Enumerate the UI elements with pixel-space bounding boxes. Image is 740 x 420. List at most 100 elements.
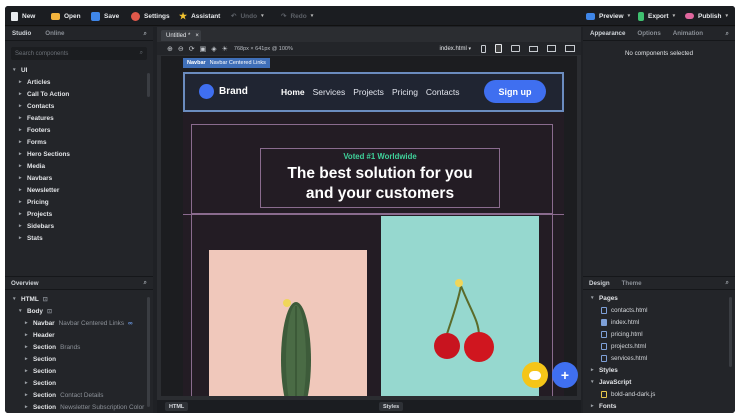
tab-options[interactable]: Options bbox=[637, 30, 660, 37]
selection-label-name: Navbar Centered Links bbox=[209, 60, 266, 66]
component-category[interactable]: ▸ Hero Sections bbox=[19, 148, 153, 160]
add-button[interactable]: + bbox=[552, 362, 578, 388]
preview-navbar[interactable]: Brand Home Services Projects Pricing Contact… bbox=[183, 72, 564, 112]
js-file[interactable]: bold-and-dark.js bbox=[601, 388, 727, 400]
component-list-scrollbar[interactable] bbox=[147, 73, 150, 97]
zoom-in-icon[interactable]: ⊕ bbox=[167, 45, 173, 53]
tab-design[interactable]: Design bbox=[589, 280, 610, 287]
component-category[interactable]: ▸ Articles bbox=[19, 76, 153, 88]
phone-icon[interactable] bbox=[481, 44, 486, 53]
component-category[interactable]: ▸ Contacts bbox=[19, 100, 153, 112]
desktop-icon[interactable] bbox=[547, 45, 556, 52]
component-category[interactable]: ▸ Features bbox=[19, 112, 153, 124]
new-button[interactable]: New bbox=[11, 10, 35, 22]
hero-header-outline[interactable]: Voted #1 Worldwide The best solution for… bbox=[260, 148, 500, 208]
document-tab[interactable]: Untitled * × bbox=[161, 30, 201, 41]
open-button[interactable]: Open bbox=[51, 10, 81, 22]
preview-nav-link[interactable]: Pricing bbox=[392, 87, 418, 97]
search-icon[interactable]: ⌕ bbox=[726, 30, 729, 38]
canvas-size-readout[interactable]: 768px × 641px @ 100% bbox=[234, 46, 293, 52]
close-icon[interactable]: × bbox=[195, 33, 199, 39]
assistant-button[interactable]: ★ Assistant bbox=[179, 10, 220, 22]
overview-header-node[interactable]: ▸ Header bbox=[13, 329, 149, 341]
tab-studio[interactable]: Studio bbox=[12, 30, 31, 37]
tab-animation[interactable]: Animation bbox=[673, 30, 703, 37]
overview-section[interactable]: ▸ Section bbox=[13, 365, 149, 377]
selection-label[interactable]: Navbar Navbar Centered Links bbox=[183, 58, 270, 68]
component-category[interactable]: ▸ Footers bbox=[19, 124, 153, 136]
signup-button[interactable]: Sign up bbox=[484, 80, 546, 103]
hero-section-outline[interactable]: Voted #1 Worldwide The best solution for… bbox=[191, 124, 553, 214]
brand-logo[interactable]: Brand bbox=[199, 84, 248, 99]
page-file[interactable]: pricing.html bbox=[601, 328, 727, 340]
component-category[interactable]: ▸ Newsletter bbox=[19, 184, 153, 196]
preview-nav-link[interactable]: Contacts bbox=[426, 87, 460, 97]
component-category-label: Contacts bbox=[27, 102, 55, 110]
overview-section[interactable]: ▸ Section bbox=[13, 377, 149, 389]
image-icon[interactable]: ▣ bbox=[200, 45, 207, 53]
chevron-right-icon: ▸ bbox=[19, 139, 22, 145]
javascript-folder[interactable]: ▾ JavaScript bbox=[591, 376, 727, 388]
tablet-landscape-icon[interactable] bbox=[511, 45, 520, 52]
zoom-out-icon[interactable]: ⊖ bbox=[178, 45, 184, 53]
component-category[interactable]: ▸ Pricing bbox=[19, 196, 153, 208]
tab-online[interactable]: Online bbox=[45, 30, 64, 37]
overview-body[interactable]: ▾ Body ⊡ bbox=[13, 305, 149, 317]
page-file[interactable]: services.html bbox=[601, 352, 727, 364]
tablet-icon[interactable] bbox=[495, 44, 502, 53]
overview-section[interactable]: ▸ Section Newsletter Subscription Color bbox=[13, 401, 149, 413]
fonts-folder[interactable]: ▸ Fonts bbox=[591, 400, 727, 412]
page-file[interactable]: contacts.html bbox=[601, 304, 727, 316]
overview-section[interactable]: ▸ Section Brands bbox=[13, 341, 149, 353]
component-search-input[interactable]: Search components ⌕ bbox=[11, 47, 147, 60]
preview-nav-link[interactable]: Services bbox=[313, 87, 346, 97]
pages-folder[interactable]: ▾ Pages bbox=[591, 292, 727, 304]
overview-html[interactable]: ▾ HTML ⊡ bbox=[13, 293, 149, 305]
page-file[interactable]: index.html bbox=[601, 316, 727, 328]
page-file[interactable]: projects.html bbox=[601, 340, 727, 352]
component-category[interactable]: ▸ Media bbox=[19, 160, 153, 172]
laptop-icon[interactable] bbox=[529, 45, 538, 52]
html-panel-tab[interactable]: HTML bbox=[165, 402, 189, 411]
tree-root-ui[interactable]: ▾ UI bbox=[13, 64, 153, 76]
sun-icon[interactable]: ☀ bbox=[222, 45, 228, 53]
styles-panel-tab[interactable]: Styles bbox=[379, 402, 404, 411]
component-category[interactable]: ▸ Projects bbox=[19, 208, 153, 220]
overview-section[interactable]: ▸ Section bbox=[13, 353, 149, 365]
rotate-icon[interactable]: ⟳ bbox=[189, 45, 195, 53]
overview-section-sublabel: Contact Details bbox=[60, 391, 104, 399]
component-category[interactable]: ▸ Sidebars bbox=[19, 220, 153, 232]
overview-navbar[interactable]: ▸ Navbar Navbar Centered Links ∞ bbox=[13, 317, 149, 329]
wide-desktop-icon[interactable] bbox=[565, 45, 575, 52]
preview-nav-link[interactable]: Projects bbox=[353, 87, 384, 97]
overview-section-label: Section bbox=[33, 355, 57, 363]
export-button[interactable]: Export ▾ bbox=[638, 10, 675, 22]
project-tree-scrollbar[interactable] bbox=[729, 297, 732, 367]
page-select[interactable]: index.html ▾ bbox=[439, 46, 471, 52]
chevron-down-icon: ▾ bbox=[261, 13, 264, 19]
search-icon[interactable]: ⌕ bbox=[144, 30, 147, 38]
search-icon[interactable]: ⌕ bbox=[144, 279, 147, 287]
chat-button[interactable] bbox=[522, 362, 548, 388]
preview-nav-link[interactable]: Home bbox=[281, 87, 305, 97]
settings-button[interactable]: Settings bbox=[131, 10, 170, 22]
tab-appearance[interactable]: Appearance bbox=[590, 30, 625, 37]
layers-icon[interactable]: ◈ bbox=[211, 45, 216, 53]
component-category[interactable]: ▸ Stats bbox=[19, 232, 153, 244]
styles-folder[interactable]: ▸ Styles bbox=[591, 364, 727, 376]
overview-scrollbar[interactable] bbox=[147, 297, 150, 407]
redo-button[interactable]: ↷ Redo ▾ bbox=[281, 10, 313, 22]
save-button[interactable]: Save bbox=[91, 10, 119, 22]
preview-button[interactable]: Preview ▾ bbox=[586, 10, 630, 22]
tab-theme[interactable]: Theme bbox=[622, 280, 642, 287]
search-icon[interactable]: ⌕ bbox=[726, 279, 729, 287]
undo-button[interactable]: ↶ Undo ▾ bbox=[231, 10, 264, 22]
overview-section[interactable]: ▸ Section Contact Details bbox=[13, 389, 149, 401]
component-category[interactable]: ▸ Navbars bbox=[19, 172, 153, 184]
hero-headline-line1: The best solution for you bbox=[287, 165, 473, 182]
selection-label-type: Navbar bbox=[187, 60, 206, 66]
component-category[interactable]: ▸ Call To Action bbox=[19, 88, 153, 100]
component-category[interactable]: ▸ Forms bbox=[19, 136, 153, 148]
html-panel-tab-label: HTML bbox=[169, 403, 185, 410]
publish-button[interactable]: Publish ▾ bbox=[685, 10, 728, 22]
